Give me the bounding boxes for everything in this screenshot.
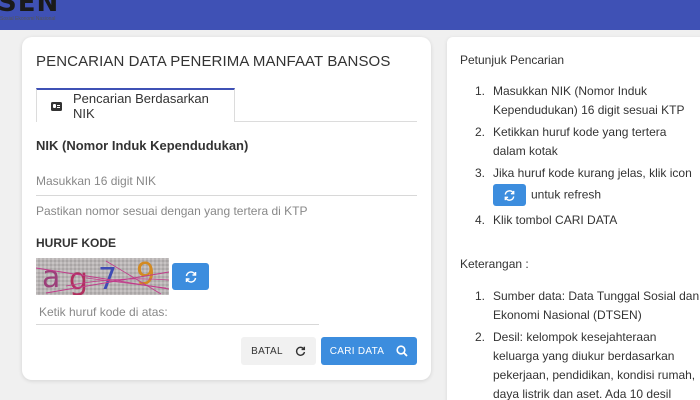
tab-divider [235, 121, 417, 122]
instructions-list: 1. Masukkan NIK (Nomor Induk Kependuduka… [475, 82, 700, 233]
refresh-icon-example [493, 184, 526, 206]
tab-label: Pencarian Berdasarkan NIK [72, 91, 209, 121]
list-item: 4. Klik tombol CARI DATA [475, 213, 618, 227]
list-item: 1. Masukkan NIK (Nomor Induk Kependuduka… [475, 84, 685, 117]
tab-nik-search[interactable]: Pencarian Berdasarkan NIK [36, 88, 235, 122]
nik-label: NIK (Nomor Induk Kependudukan) [36, 138, 249, 153]
captcha-char: a [42, 260, 60, 295]
cancel-label: BATAL [251, 345, 283, 357]
instructions-panel: Petunjuk Pencarian 1. Masukkan NIK (Nomo… [447, 37, 700, 400]
captcha-char: g [69, 262, 88, 295]
list-item: 3. Jika huruf kode kurang jelas, klik ic… [475, 164, 700, 208]
page-title: PENCARIAN DATA PENERIMA MANFAAT BANSOS [36, 53, 391, 70]
captcha-refresh-button[interactable] [172, 263, 209, 290]
refresh-icon [185, 270, 196, 283]
list-item: 2. Desil: kelompok kesejahteraan keluarg… [475, 330, 696, 400]
captcha-image: a g 7 9 [36, 258, 169, 295]
notes-list: 1. Sumber data: Data Tunggal Sosial dan … [475, 287, 700, 400]
list-item: 2. Ketikkan huruf kode yang tertera dala… [475, 125, 667, 158]
id-card-icon [51, 101, 62, 111]
refresh-icon [504, 189, 515, 201]
search-button[interactable]: CARI DATA [321, 337, 417, 365]
list-item: 1. Sumber data: Data Tunggal Sosial dan … [475, 289, 700, 322]
cancel-button[interactable]: BATAL [241, 337, 316, 365]
reset-icon [295, 346, 305, 356]
nik-input[interactable] [36, 167, 417, 196]
nik-hint: Pastikan nomor sesuai dengan yang terter… [36, 204, 308, 218]
captcha-text: a g 7 9 [42, 258, 155, 295]
captcha-label: HURUF KODE [36, 236, 116, 250]
search-card: PENCARIAN DATA PENERIMA MANFAAT BANSOS P… [22, 37, 431, 380]
notes-title: Keterangan : [460, 257, 529, 271]
search-icon [396, 345, 408, 357]
search-label: CARI DATA [329, 345, 385, 357]
top-header-bar: SEN Sosial Ekonomi Nasional [0, 0, 700, 30]
instructions-title: Petunjuk Pencarian [460, 53, 565, 67]
captcha-input[interactable] [36, 300, 319, 325]
logo-subtext: Sosial Ekonomi Nasional [0, 16, 56, 22]
